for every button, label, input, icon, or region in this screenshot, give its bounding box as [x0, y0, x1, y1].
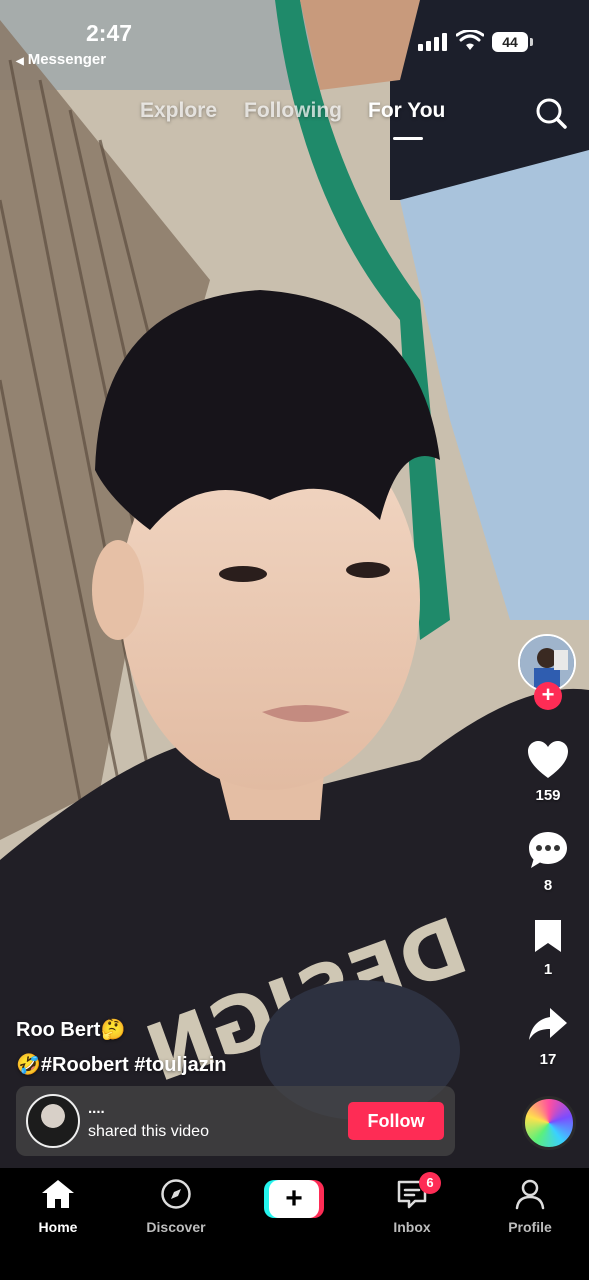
comment-icon [529, 832, 567, 868]
caption-emoji: 🤣 [16, 1054, 41, 1076]
bookmark-icon [535, 920, 561, 952]
active-tab-indicator [393, 137, 423, 140]
nav-inbox-label: Inbox [393, 1219, 431, 1235]
tab-for-you[interactable]: For You [368, 99, 445, 123]
feed-tabs: Explore Following For You [0, 96, 589, 146]
like-count: 159 [535, 787, 561, 804]
comment-button[interactable]: 8 [510, 830, 586, 894]
share-count: 17 [539, 1051, 557, 1068]
video-caption: 🤣#Roobert #touljazin [16, 1052, 227, 1077]
back-to-app-link[interactable]: ◀ Messenger [16, 51, 106, 68]
bookmark-button[interactable]: 1 [510, 918, 586, 978]
music-disc-icon[interactable] [522, 1096, 576, 1150]
plus-icon: + [269, 1180, 319, 1218]
battery-icon: 44 [492, 32, 528, 52]
compass-icon [161, 1179, 191, 1209]
share-arrow-icon [529, 1008, 567, 1040]
username-text: Roo Bert [16, 1019, 101, 1041]
follow-creator-plus-button[interactable]: + [534, 682, 562, 710]
inbox-notification-badge: 6 [419, 1172, 441, 1194]
bookmark-count: 1 [543, 961, 553, 978]
hashtag-link[interactable]: #touljazin [134, 1054, 226, 1076]
nav-home-label: Home [38, 1219, 78, 1235]
battery-tip [530, 38, 533, 46]
hashtag-link[interactable]: #Roobert [41, 1054, 129, 1076]
nav-discover[interactable]: Discover [131, 1178, 221, 1235]
search-icon[interactable] [534, 96, 568, 130]
username-emoji: 🤔 [100, 1019, 126, 1041]
heart-icon [528, 741, 568, 778]
nav-discover-label: Discover [146, 1219, 206, 1235]
tab-explore[interactable]: Explore [140, 99, 217, 123]
shared-video-text: shared this video [88, 1123, 209, 1140]
nav-profile[interactable]: Profile [485, 1178, 575, 1235]
status-bar: 2:47 ◀ Messenger 44 [0, 0, 589, 72]
nav-profile-label: Profile [508, 1219, 552, 1235]
creator-username[interactable]: Roo Bert🤔 [16, 1017, 125, 1042]
home-icon [42, 1180, 74, 1208]
nav-home[interactable]: Home [13, 1178, 103, 1235]
wifi-icon [456, 30, 484, 50]
shared-by-card[interactable]: .... shared this video Follow [16, 1086, 455, 1156]
nav-inbox[interactable]: Inbox [367, 1178, 457, 1235]
back-app-label: Messenger [27, 51, 107, 68]
follow-button[interactable]: Follow [348, 1102, 444, 1140]
create-video-button[interactable]: + [264, 1180, 324, 1218]
comment-count: 8 [543, 877, 553, 894]
sharer-avatar[interactable] [26, 1094, 80, 1148]
profile-icon [515, 1179, 545, 1210]
cellular-signal-icon [418, 33, 448, 51]
sharer-name: .... [88, 1100, 105, 1117]
video-player[interactable]: DESIGN [0, 0, 589, 1168]
back-arrow-icon: ◀ [16, 56, 24, 67]
like-button[interactable]: 159 [510, 740, 586, 804]
tab-following[interactable]: Following [244, 99, 342, 123]
share-button[interactable]: 17 [510, 1006, 586, 1068]
status-time: 2:47 [86, 20, 133, 46]
video-frame: DESIGN [0, 0, 589, 1168]
